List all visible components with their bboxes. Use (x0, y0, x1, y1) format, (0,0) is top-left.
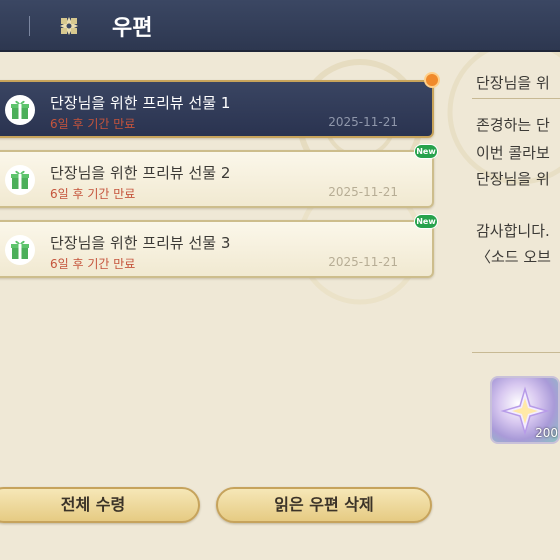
detail-body-line: 존경하는 단 (476, 116, 550, 134)
mail-item-1[interactable]: 단장님을 위한 프리뷰 선물 1 6일 후 기간 만료 2025-11-21 (0, 72, 440, 138)
detail-body-line: 단장님을 위 (476, 170, 550, 188)
detail-body-line: 〈소드 오브 (476, 248, 551, 266)
mail-subject: 단장님을 위한 프리뷰 선물 3 (50, 234, 231, 252)
mail-expire: 6일 후 기간 만료 (50, 117, 136, 131)
reward-quantity: 200 (535, 426, 558, 440)
new-badge: New (414, 214, 438, 229)
page-title: 우편 (112, 16, 153, 41)
mail-item-3[interactable]: 단장님을 위한 프리뷰 선물 3 6일 후 기간 만료 2025-11-21 N… (0, 214, 438, 278)
detail-divider (472, 352, 560, 353)
gift-icon (5, 235, 35, 265)
mail-item-2[interactable]: 단장님을 위한 프리뷰 선물 2 6일 후 기간 만료 2025-11-21 N… (0, 144, 438, 208)
gift-icon (5, 95, 35, 125)
mail-date: 2025-11-21 (328, 255, 398, 269)
unread-dot-icon (424, 72, 440, 88)
detail-title: 단장님을 위 (476, 74, 550, 92)
top-bar: 우편 (0, 0, 560, 52)
gift-icon (5, 165, 35, 195)
mail-date: 2025-11-21 (328, 115, 398, 129)
delete-read-button[interactable]: 읽은 우편 삭제 (216, 487, 432, 523)
mail-date: 2025-11-21 (328, 185, 398, 199)
detail-body-line: 감사합니다. (476, 222, 550, 240)
mail-expire: 6일 후 기간 만료 (50, 257, 136, 271)
mail-subject: 단장님을 위한 프리뷰 선물 2 (50, 164, 231, 182)
detail-divider (472, 98, 560, 99)
header-divider (29, 16, 30, 36)
reward-item[interactable]: 200 (490, 376, 560, 444)
mail-subject: 단장님을 위한 프리뷰 선물 1 (50, 94, 231, 112)
mail-expire: 6일 후 기간 만료 (50, 187, 136, 201)
mail-flower-icon (60, 17, 78, 35)
new-badge: New (414, 144, 438, 159)
detail-body-line: 이번 콜라보 (476, 144, 550, 162)
receive-all-button[interactable]: 전체 수령 (0, 487, 200, 523)
